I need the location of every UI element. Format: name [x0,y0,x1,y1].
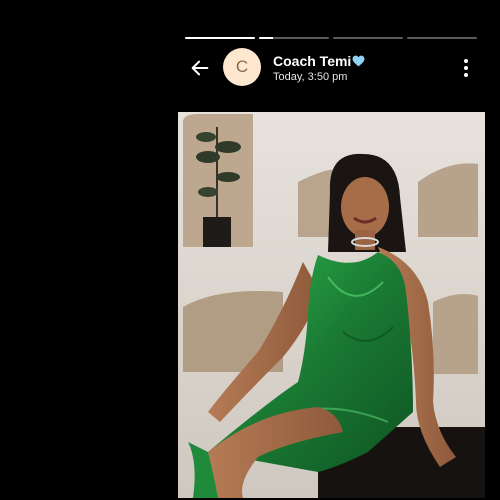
avatar[interactable]: C [223,48,261,86]
light-blue-heart-icon [352,55,365,67]
avatar-initial: C [235,57,249,76]
story-photo[interactable] [178,112,485,498]
story-photo-illustration [178,112,485,498]
more-vertical-icon[interactable] [460,58,472,78]
progress-segment-1 [185,37,255,39]
arrow-left-icon[interactable] [189,57,211,79]
progress-segment-fill [185,37,255,39]
story-progress-bar [185,37,477,41]
progress-segment-2 [259,37,329,39]
status-timestamp: Today, 3:50 pm [273,71,348,83]
contact-name: Coach Temi [273,53,365,69]
progress-segment-3 [333,37,403,39]
progress-segment-4 [407,37,477,39]
progress-segment-fill [259,37,273,39]
story-header: C Coach Temi Today, 3:50 pm [185,48,480,90]
contact-name-text: Coach Temi [273,53,352,69]
